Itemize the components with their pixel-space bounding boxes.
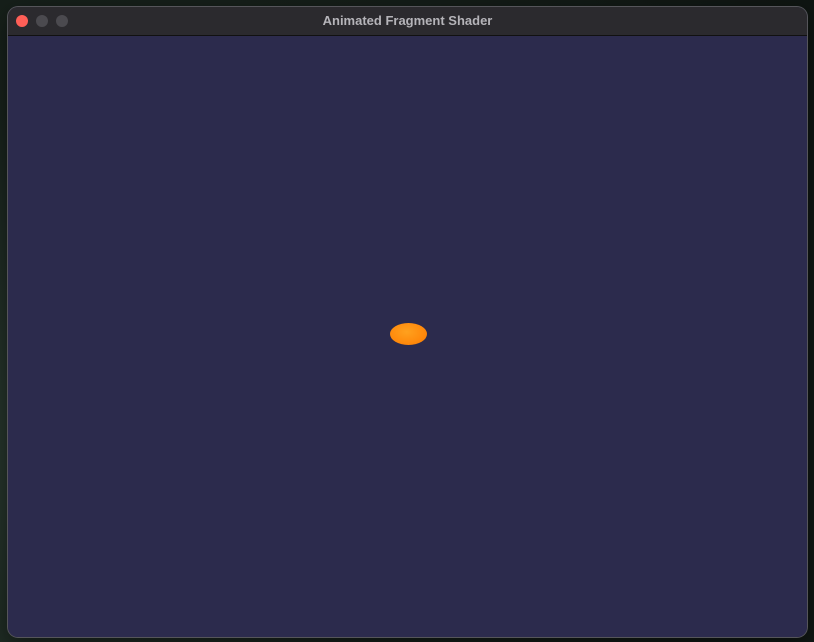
shader-canvas[interactable] [8, 36, 807, 637]
orange-ellipse [390, 323, 427, 345]
window-title: Animated Fragment Shader [322, 13, 493, 28]
title-bar[interactable]: Animated Fragment Shader [8, 7, 807, 36]
desktop-background: Animated Fragment Shader [0, 0, 814, 642]
app-window: Animated Fragment Shader [8, 7, 807, 637]
